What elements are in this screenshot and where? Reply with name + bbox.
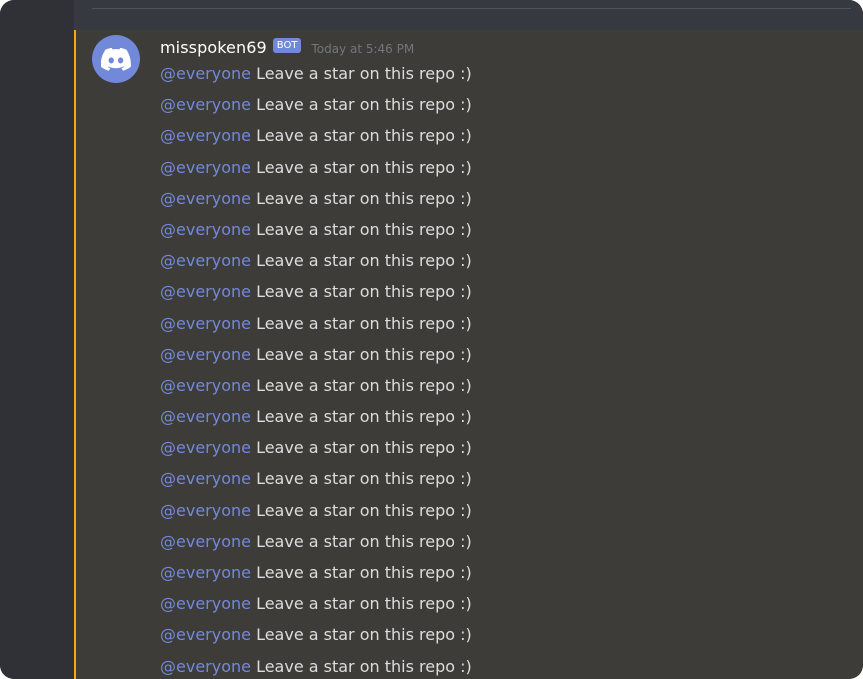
everyone-mention[interactable]: @everyone — [160, 189, 251, 208]
message-timestamp[interactable]: Today at 5:46 PM — [311, 42, 414, 56]
message-text: Leave a star on this repo :) — [250, 531, 472, 551]
message-text: Leave a star on this repo :) — [250, 594, 472, 614]
message-line: @everyone Leave a star on this repo :) — [160, 248, 840, 279]
channel-gutter — [0, 0, 74, 679]
message-text: Leave a star on this repo :) — [250, 251, 472, 271]
everyone-mention[interactable]: @everyone — [160, 657, 251, 676]
message-line: @everyone Leave a star on this repo :) — [160, 61, 840, 92]
message-text: Leave a star on this repo :) — [250, 282, 472, 302]
message-text: Leave a star on this repo :) — [250, 469, 472, 489]
message-text: Leave a star on this repo :) — [250, 500, 472, 520]
message-line: @everyone Leave a star on this repo :) — [160, 311, 840, 342]
message-text: Leave a star on this repo :) — [250, 407, 472, 427]
everyone-mention[interactable]: @everyone — [160, 532, 251, 551]
message-line: @everyone Leave a star on this repo :) — [160, 279, 840, 310]
everyone-mention[interactable]: @everyone — [160, 95, 251, 114]
message-line: @everyone Leave a star on this repo :) — [160, 498, 840, 529]
everyone-mention[interactable]: @everyone — [160, 376, 251, 395]
everyone-mention[interactable]: @everyone — [160, 438, 251, 457]
message-text: Leave a star on this repo :) — [250, 438, 472, 458]
everyone-mention[interactable]: @everyone — [160, 469, 251, 488]
everyone-mention[interactable]: @everyone — [160, 126, 251, 145]
message-header: misspoken69 BOT Today at 5:46 PM — [160, 36, 414, 58]
message-text: Leave a star on this repo :) — [250, 95, 472, 115]
avatar[interactable] — [92, 35, 140, 83]
message-divider — [92, 8, 851, 9]
message-line: @everyone Leave a star on this repo :) — [160, 654, 840, 679]
discord-logo-icon — [101, 47, 131, 71]
message-text: Leave a star on this repo :) — [250, 375, 472, 395]
message-line: @everyone Leave a star on this repo :) — [160, 342, 840, 373]
message-text: Leave a star on this repo :) — [250, 563, 472, 582]
everyone-mention[interactable]: @everyone — [160, 563, 251, 582]
mention-highlight-bar — [74, 30, 76, 679]
message-text: Leave a star on this repo :) — [250, 188, 472, 208]
message-text: Leave a star on this repo :) — [250, 625, 472, 645]
message-text: Leave a star on this repo :) — [250, 313, 472, 333]
message-line: @everyone Leave a star on this repo :) — [160, 529, 840, 560]
bot-badge: BOT — [272, 37, 302, 53]
message-text: Leave a star on this repo :) — [250, 126, 472, 146]
message-line: @everyone Leave a star on this repo :) — [160, 466, 840, 497]
message-text: Leave a star on this repo :) — [250, 344, 472, 364]
previous-message-area — [74, 0, 863, 30]
everyone-mention[interactable]: @everyone — [160, 282, 251, 301]
everyone-mention[interactable]: @everyone — [160, 251, 251, 270]
message-line: @everyone Leave a star on this repo :) — [160, 92, 840, 123]
everyone-mention[interactable]: @everyone — [160, 407, 251, 426]
message-line: @everyone Leave a star on this repo :) — [160, 560, 840, 591]
message-line: @everyone Leave a star on this repo :) — [160, 373, 840, 404]
message-line: @everyone Leave a star on this repo :) — [160, 435, 840, 466]
message-line: @everyone Leave a star on this repo :) — [160, 186, 840, 217]
message-text: Leave a star on this repo :) — [250, 219, 472, 239]
message-list: @everyone Leave a star on this repo :) @e… — [160, 61, 840, 679]
message-line: @everyone Leave a star on this repo :) — [160, 404, 840, 435]
everyone-mention[interactable]: @everyone — [160, 314, 251, 333]
everyone-mention[interactable]: @everyone — [160, 625, 251, 644]
message-line: @everyone Leave a star on this repo :) — [160, 123, 840, 154]
everyone-mention[interactable]: @everyone — [160, 220, 251, 239]
message-line: @everyone Leave a star on this repo :) — [160, 591, 840, 622]
everyone-mention[interactable]: @everyone — [160, 501, 251, 520]
message-text: Leave a star on this repo :) — [250, 656, 472, 676]
message-line: @everyone Leave a star on this repo :) — [160, 217, 840, 248]
everyone-mention[interactable]: @everyone — [160, 64, 251, 83]
message-text: Leave a star on this repo :) — [250, 64, 472, 83]
everyone-mention[interactable]: @everyone — [160, 158, 251, 177]
username[interactable]: misspoken69 — [160, 38, 267, 57]
message-line: @everyone Leave a star on this repo :) — [160, 622, 840, 653]
message-line: @everyone Leave a star on this repo :) — [160, 155, 840, 186]
message-text: Leave a star on this repo :) — [250, 157, 472, 177]
everyone-mention[interactable]: @everyone — [160, 594, 251, 613]
discord-chat-window: misspoken69 BOT Today at 5:46 PM @everyo… — [0, 0, 863, 679]
everyone-mention[interactable]: @everyone — [160, 345, 251, 364]
